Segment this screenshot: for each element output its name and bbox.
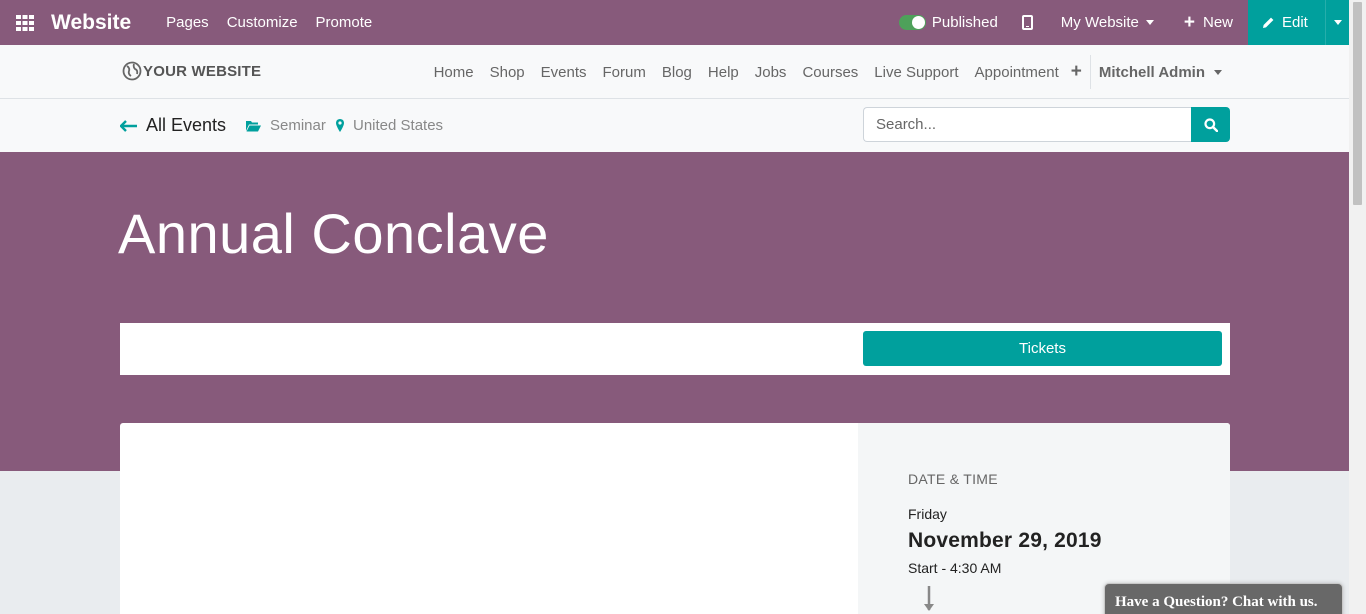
chevron-down-icon [1145, 20, 1154, 25]
admin-actions: Published My Website + New Edit [898, 0, 1349, 45]
publish-toggle[interactable]: Published [898, 14, 998, 31]
nav-jobs[interactable]: Jobs [755, 64, 787, 81]
admin-menu: Pages Customize Promote [157, 14, 381, 31]
new-label: New [1202, 14, 1233, 31]
website-switcher-label: My Website [1060, 14, 1139, 31]
page-scrollbar[interactable] [1349, 0, 1366, 614]
nav-divider [1089, 55, 1091, 89]
apps-menu-icon[interactable] [0, 0, 50, 45]
mobile-preview-icon[interactable] [1021, 15, 1033, 30]
all-events-link[interactable]: All Events [120, 115, 226, 136]
nav-live-support[interactable]: Live Support [874, 64, 958, 81]
new-button[interactable]: + New [1184, 13, 1233, 32]
grid-icon [16, 14, 34, 31]
site-logo[interactable]: YOUR WEBSITE [122, 61, 261, 81]
location-label: United States [353, 117, 444, 134]
nav-help[interactable]: Help [708, 64, 739, 81]
search-input[interactable] [863, 107, 1191, 142]
user-menu[interactable]: Mitchell Admin [1099, 64, 1222, 81]
event-day: Friday [908, 506, 947, 522]
logo-text: YOUR WEBSITE [143, 62, 262, 80]
location-filter[interactable]: United States [336, 117, 443, 134]
chevron-down-icon [1214, 69, 1222, 75]
menu-promote[interactable]: Promote [316, 14, 373, 31]
nav-courses[interactable]: Courses [802, 64, 858, 81]
arrow-down-icon [924, 586, 934, 611]
menu-customize[interactable]: Customize [227, 14, 298, 31]
ticket-panel: Tickets [120, 323, 1230, 375]
chevron-down-icon [1333, 20, 1342, 25]
date-time-heading: DATE & TIME [908, 471, 998, 487]
website-header: YOUR WEBSITE Home Shop Events Forum Blog… [0, 45, 1349, 99]
edit-group: Edit [1248, 0, 1349, 45]
edit-dropdown-toggle[interactable] [1325, 0, 1349, 45]
globe-icon [122, 61, 142, 81]
published-label: Published [931, 14, 998, 31]
app-brand[interactable]: Website [51, 11, 131, 35]
toggle-switch-icon[interactable] [898, 15, 926, 30]
nav-shop[interactable]: Shop [490, 64, 525, 81]
site-nav: Home Shop Events Forum Blog Help Jobs Co… [426, 45, 1222, 99]
pencil-icon [1263, 17, 1274, 28]
plus-icon: + [1183, 12, 1195, 33]
event-date: November 29, 2019 [908, 529, 1102, 552]
website-switcher[interactable]: My Website [1061, 14, 1154, 31]
category-filter[interactable]: Seminar [246, 117, 326, 134]
nav-forum[interactable]: Forum [603, 64, 646, 81]
events-subnav: All Events Seminar United States [0, 99, 1349, 152]
add-menu-item-icon[interactable]: + [1071, 61, 1082, 83]
admin-navbar: Website Pages Customize Promote Publishe… [0, 0, 1349, 45]
all-events-label: All Events [146, 115, 227, 135]
event-search [863, 107, 1230, 142]
nav-blog[interactable]: Blog [662, 64, 692, 81]
tickets-button[interactable]: Tickets [863, 331, 1222, 366]
event-title: Annual Conclave [118, 202, 549, 265]
event-content-card: DATE & TIME Friday November 29, 2019 Sta… [120, 423, 1230, 614]
category-label: Seminar [270, 117, 326, 134]
folder-open-icon [246, 120, 261, 131]
nav-home[interactable]: Home [434, 64, 474, 81]
nav-appointment[interactable]: Appointment [975, 64, 1059, 81]
user-name: Mitchell Admin [1098, 63, 1205, 81]
map-marker-icon [336, 119, 344, 132]
menu-pages[interactable]: Pages [166, 14, 209, 31]
nav-events[interactable]: Events [541, 64, 587, 81]
live-chat-button[interactable]: Have a Question? Chat with us. [1104, 583, 1343, 614]
event-start-time: Start - 4:30 AM [908, 560, 1002, 576]
search-button[interactable] [1191, 107, 1230, 142]
edit-label: Edit [1282, 14, 1308, 31]
arrow-left-icon [120, 119, 137, 132]
scrollbar-thumb[interactable] [1353, 2, 1362, 205]
edit-button[interactable]: Edit [1248, 0, 1325, 45]
search-icon [1203, 117, 1218, 132]
